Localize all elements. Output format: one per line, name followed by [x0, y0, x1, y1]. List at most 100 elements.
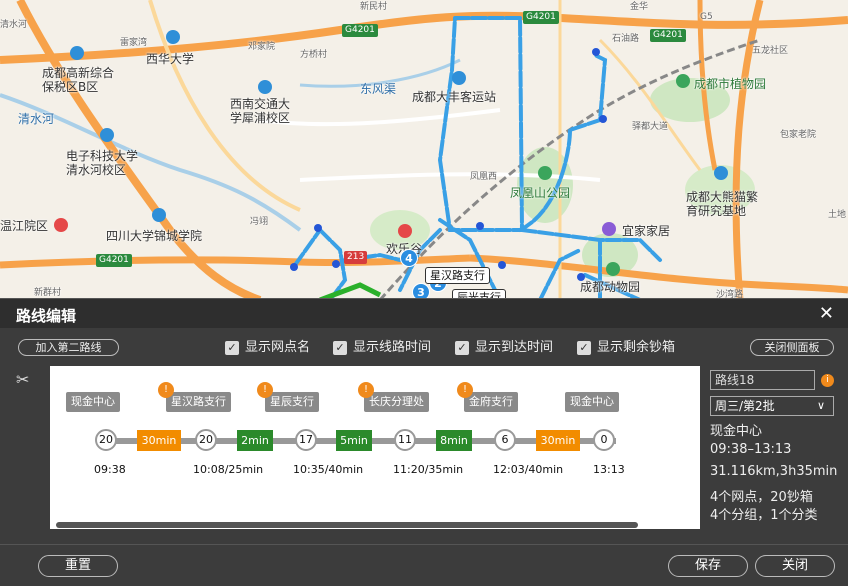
checkbox-show-remaining-boxes[interactable]: ✓ 显示剩余钞箱: [577, 340, 675, 356]
checkbox-check-icon: ✓: [455, 341, 469, 355]
duration-badge: 30min: [536, 430, 580, 451]
map-label: 东风渠: [360, 82, 397, 96]
warning-icon[interactable]: !: [457, 382, 473, 398]
checkbox-check-icon: ✓: [333, 341, 347, 355]
checkbox-label: 显示网点名: [245, 340, 311, 355]
stop-node[interactable]: 6: [494, 429, 516, 451]
highway-tag: G4201: [96, 254, 132, 267]
poi-icon: [398, 224, 412, 238]
checkbox-label: 显示剩余钞箱: [597, 340, 676, 355]
map-label: G5: [700, 12, 713, 22]
side-info-line: 31.116km,3h35min: [710, 464, 838, 479]
stop-node[interactable]: 20: [95, 429, 117, 451]
panel-header: 路线编辑 ✕: [0, 298, 848, 328]
map-label: 雷家湾: [120, 38, 148, 48]
stop-label[interactable]: 金府支行: [464, 392, 518, 412]
route-name-input[interactable]: 路线18: [710, 370, 815, 390]
highway-tag: G4201: [523, 11, 559, 24]
side-info-line: 现金中心: [710, 424, 763, 439]
park-icon: [538, 166, 552, 180]
stop-label[interactable]: 长庆分理处: [364, 392, 429, 412]
checkbox-check-icon: ✓: [577, 341, 591, 355]
stop-label[interactable]: 星辰支行: [265, 392, 319, 412]
map-label: 方桥村: [300, 50, 328, 60]
zoo-icon: [606, 262, 620, 276]
highway-tag: G4201: [342, 24, 378, 37]
stop-node[interactable]: 20: [195, 429, 217, 451]
map-label: 宜家家居: [622, 224, 671, 238]
poi-icon: [70, 46, 84, 60]
close-side-panel-button[interactable]: 关闭侧面板: [750, 339, 834, 356]
warning-icon[interactable]: !: [358, 382, 374, 398]
scissors-icon[interactable]: ✂: [16, 370, 29, 389]
arrival-time: 10:35/40min: [293, 463, 364, 476]
map-label: 凤凰西: [470, 172, 498, 182]
map-label: 邓家院: [248, 42, 276, 52]
map-label: 成都市植物园: [694, 77, 767, 91]
map-label: 包家老院: [780, 130, 817, 140]
side-info-line: 09:38–13:13: [710, 442, 792, 457]
route-edit-panel: 路线编辑 ✕ 加入第二路线 关闭侧面板 ✓ 显示网点名 ✓ 显示线路时间 ✓ 显示到达…: [0, 298, 848, 586]
arrival-time: 12:03/40min: [493, 463, 564, 476]
duration-badge: 30min: [137, 430, 181, 451]
arrival-time: 11:20/35min: [393, 463, 464, 476]
route-pin[interactable]: 4: [400, 249, 418, 267]
batch-select[interactable]: 周三/第2批 ∨: [710, 396, 834, 416]
map-label: 成都大熊猫繁育研究基地: [686, 190, 759, 218]
checkbox-label: 显示线路时间: [353, 340, 432, 355]
close-button[interactable]: 关闭: [755, 555, 835, 577]
warning-icon[interactable]: !: [158, 382, 174, 398]
poi-icon: [714, 166, 728, 180]
stop-node[interactable]: 0: [593, 429, 615, 451]
map-view[interactable]: 西华大学 成都高新综合保税区B区 西南交通大学犀浦校区 成都大丰客运站 电子科技…: [0, 0, 848, 300]
reset-button[interactable]: 重置: [38, 555, 118, 577]
map-label: 清水河: [18, 112, 55, 126]
map-label: 四川大学锦城学院: [106, 229, 203, 243]
map-label: 清水河: [0, 20, 28, 30]
poi-icon: [152, 208, 166, 222]
side-info-line: 4个网点，20钞箱: [710, 490, 813, 505]
bank-pin[interactable]: 星汉路支行: [425, 267, 490, 284]
map-label: 石油路: [612, 34, 640, 44]
map-label: 土地: [828, 210, 847, 220]
map-label: 成都大丰客运站: [412, 90, 497, 104]
map-label: 电子科技大学清水河校区: [66, 149, 139, 177]
arrival-time: 09:38: [94, 463, 126, 476]
highway-tag: G4201: [650, 29, 686, 42]
checkbox-show-route-time[interactable]: ✓ 显示线路时间: [333, 340, 431, 356]
map-label: 冯翊: [250, 217, 269, 227]
duration-badge: 2min: [237, 430, 273, 451]
map-label: 温江院区: [0, 219, 49, 233]
bus-icon: [452, 71, 466, 85]
stop-node[interactable]: 17: [295, 429, 317, 451]
hospital-icon: [54, 218, 68, 232]
poi-icon: [258, 80, 272, 94]
stop-label[interactable]: 现金中心: [565, 392, 619, 412]
stop-label[interactable]: 现金中心: [66, 392, 120, 412]
road-tag: 213: [344, 251, 368, 264]
save-button[interactable]: 保存: [668, 555, 748, 577]
add-second-route-button[interactable]: 加入第二路线: [18, 339, 119, 356]
panel-footer: 重置 保存 关闭: [0, 544, 848, 586]
map-label: 金华: [630, 2, 649, 12]
checkbox-show-arrival-time[interactable]: ✓ 显示到达时间: [455, 340, 553, 356]
arrival-time: 10:08/25min: [193, 463, 264, 476]
warning-icon[interactable]: !: [257, 382, 273, 398]
close-icon[interactable]: ✕: [819, 303, 834, 324]
route-timeline: 现金中心 星汉路支行 星辰支行 长庆分理处 金府支行 现金中心 ! ! ! ! …: [50, 366, 700, 529]
map-label: 驿都大道: [632, 122, 669, 132]
checkbox-show-stop-name[interactable]: ✓ 显示网点名: [225, 340, 310, 356]
poi-icon: [166, 30, 180, 44]
chevron-down-icon: ∨: [816, 399, 825, 412]
info-icon[interactable]: i: [821, 374, 834, 387]
stop-node[interactable]: 11: [394, 429, 416, 451]
map-label: 凤凰山公园: [510, 186, 571, 200]
duration-badge: 5min: [336, 430, 372, 451]
stop-label[interactable]: 星汉路支行: [166, 392, 231, 412]
timeline-scrollbar[interactable]: [56, 522, 638, 528]
panel-title: 路线编辑: [16, 307, 77, 325]
checkbox-check-icon: ✓: [225, 341, 239, 355]
map-label: 西南交通大学犀浦校区: [230, 97, 291, 125]
side-info-line: 4个分组，1个分类: [710, 508, 818, 523]
map-label: 西华大学: [146, 52, 195, 66]
